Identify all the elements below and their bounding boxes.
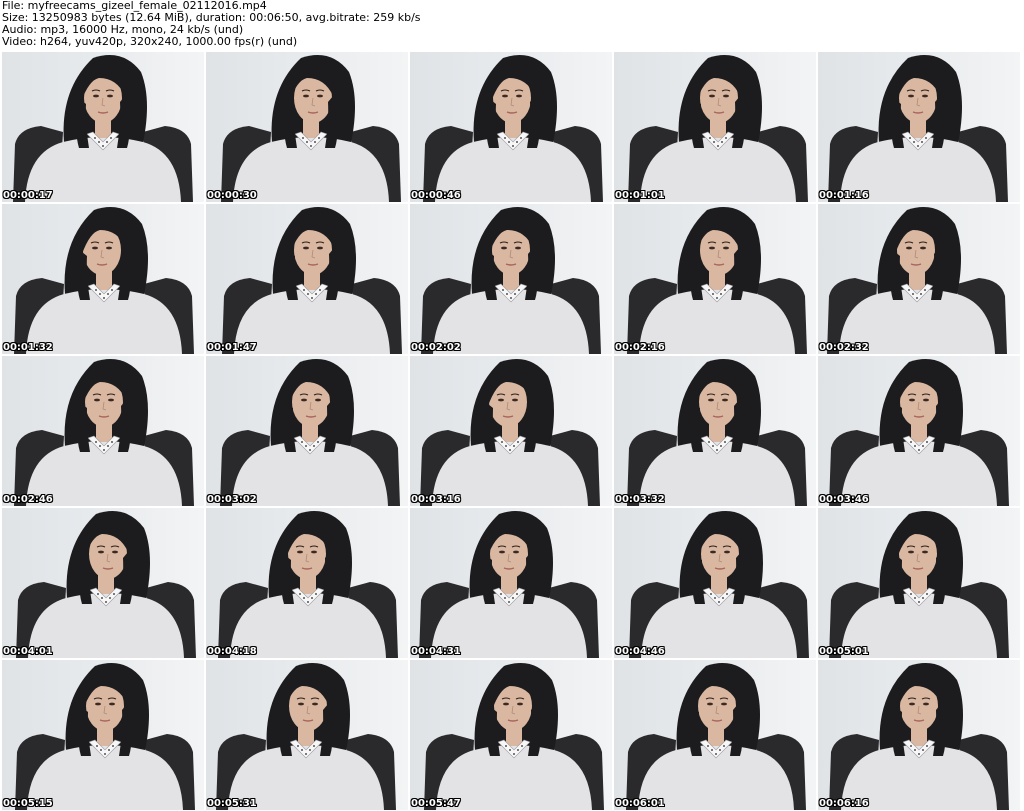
webcam-frame-image <box>410 356 612 506</box>
frame-timestamp: 00:01:16 <box>819 190 869 201</box>
frame-timestamp: 00:03:16 <box>411 494 461 505</box>
webcam-frame-image <box>614 204 816 354</box>
video-frame-thumbnail: 00:01:47 <box>206 204 408 354</box>
webcam-frame-image <box>2 52 204 202</box>
frame-timestamp: 00:05:31 <box>207 798 257 809</box>
webcam-frame-image <box>2 204 204 354</box>
video-frame-thumbnail: 00:04:46 <box>614 508 816 658</box>
frame-timestamp: 00:02:46 <box>3 494 53 505</box>
frame-timestamp: 00:01:32 <box>3 342 53 353</box>
frame-timestamp: 00:00:17 <box>3 190 53 201</box>
frame-timestamp: 00:02:32 <box>819 342 869 353</box>
frame-timestamp: 00:04:46 <box>615 646 665 657</box>
frame-timestamp: 00:00:46 <box>411 190 461 201</box>
webcam-frame-image <box>206 52 408 202</box>
webcam-frame-image <box>206 508 408 658</box>
webcam-frame-image <box>818 52 1020 202</box>
webcam-frame-image <box>410 52 612 202</box>
video-frame-thumbnail: 00:03:46 <box>818 356 1020 506</box>
video-frame-thumbnail: 00:06:01 <box>614 660 816 810</box>
webcam-frame-image <box>614 660 816 810</box>
webcam-frame-image <box>206 204 408 354</box>
frame-timestamp: 00:03:46 <box>819 494 869 505</box>
frame-timestamp: 00:04:31 <box>411 646 461 657</box>
video-frame-thumbnail: 00:05:47 <box>410 660 612 810</box>
video-frame-thumbnail: 00:02:46 <box>2 356 204 506</box>
frame-timestamp: 00:00:30 <box>207 190 257 201</box>
video-frame-thumbnail: 00:02:16 <box>614 204 816 354</box>
webcam-frame-image <box>206 356 408 506</box>
video-frame-thumbnail: 00:03:02 <box>206 356 408 506</box>
video-info-line: Video: h264, yuv420p, 320x240, 1000.00 f… <box>2 35 298 48</box>
webcam-frame-image <box>818 508 1020 658</box>
frame-timestamp: 00:01:47 <box>207 342 257 353</box>
frame-timestamp: 00:05:15 <box>3 798 53 809</box>
video-frame-thumbnail: 00:01:16 <box>818 52 1020 202</box>
webcam-frame-image <box>614 52 816 202</box>
webcam-frame-image <box>2 508 204 658</box>
webcam-frame-image <box>2 660 204 810</box>
video-frame-thumbnail: 00:05:15 <box>2 660 204 810</box>
video-frame-thumbnail: 00:06:16 <box>818 660 1020 810</box>
thumbnail-grid: 00:00:17 00:00:30 00:00:46 00:01:01 00:01:16… <box>0 50 1024 811</box>
webcam-frame-image <box>614 508 816 658</box>
video-frame-thumbnail: 00:05:31 <box>206 660 408 810</box>
frame-timestamp: 00:04:01 <box>3 646 53 657</box>
frame-timestamp: 00:06:01 <box>615 798 665 809</box>
frame-timestamp: 00:02:16 <box>615 342 665 353</box>
video-frame-thumbnail: 00:00:46 <box>410 52 612 202</box>
video-frame-thumbnail: 00:04:01 <box>2 508 204 658</box>
webcam-frame-image <box>2 356 204 506</box>
video-frame-thumbnail: 00:03:32 <box>614 356 816 506</box>
webcam-frame-image <box>410 508 612 658</box>
webcam-frame-image <box>818 356 1020 506</box>
video-frame-thumbnail: 00:02:02 <box>410 204 612 354</box>
video-frame-thumbnail: 00:00:30 <box>206 52 408 202</box>
video-frame-thumbnail: 00:01:32 <box>2 204 204 354</box>
frame-timestamp: 00:05:01 <box>819 646 869 657</box>
webcam-frame-image <box>818 660 1020 810</box>
video-frame-thumbnail: 00:04:18 <box>206 508 408 658</box>
video-frame-thumbnail: 00:02:32 <box>818 204 1020 354</box>
webcam-frame-image <box>614 356 816 506</box>
webcam-frame-image <box>818 204 1020 354</box>
frame-timestamp: 00:01:01 <box>615 190 665 201</box>
webcam-frame-image <box>206 660 408 810</box>
frame-timestamp: 00:02:02 <box>411 342 461 353</box>
video-frame-thumbnail: 00:04:31 <box>410 508 612 658</box>
frame-timestamp: 00:05:47 <box>411 798 461 809</box>
frame-timestamp: 00:03:32 <box>615 494 665 505</box>
frame-timestamp: 00:04:18 <box>207 646 257 657</box>
video-frame-thumbnail: 00:01:01 <box>614 52 816 202</box>
webcam-frame-image <box>410 660 612 810</box>
frame-timestamp: 00:06:16 <box>819 798 869 809</box>
video-frame-thumbnail: 00:03:16 <box>410 356 612 506</box>
video-frame-thumbnail: 00:00:17 <box>2 52 204 202</box>
frame-timestamp: 00:03:02 <box>207 494 257 505</box>
webcam-frame-image <box>410 204 612 354</box>
video-frame-thumbnail: 00:05:01 <box>818 508 1020 658</box>
file-info-header: File: myfreecams_gizeel_female_02112016.… <box>2 0 1022 50</box>
